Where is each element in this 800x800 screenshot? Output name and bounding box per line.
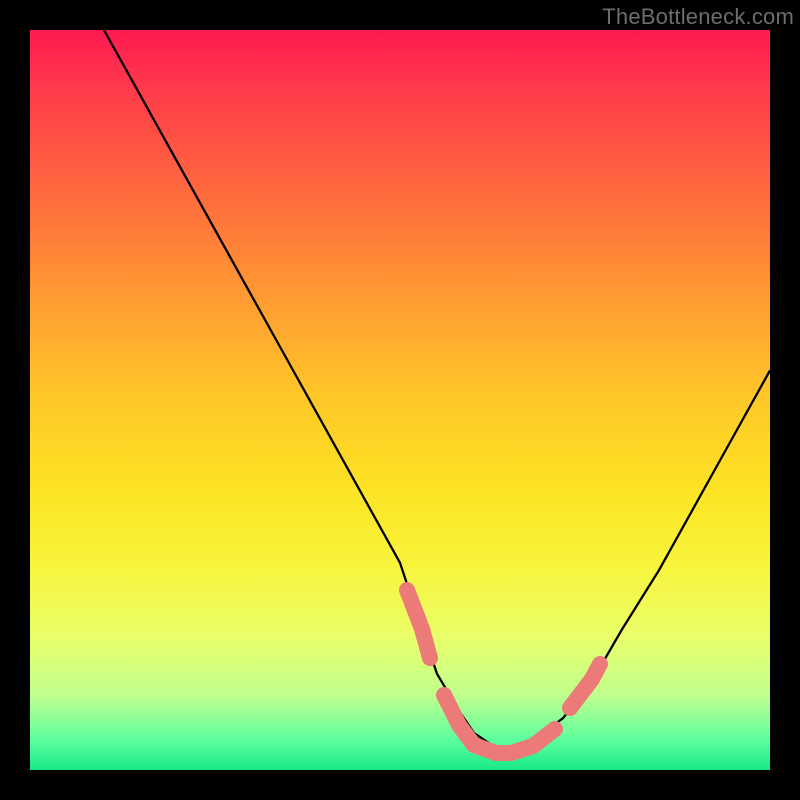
chart-frame: TheBottleneck.com <box>0 0 800 800</box>
bottleneck-curve <box>104 30 770 748</box>
curve-overlay <box>30 30 770 770</box>
highlight-center <box>444 695 555 753</box>
highlight-left <box>407 590 430 658</box>
highlight-right <box>570 664 600 708</box>
watermark-text: TheBottleneck.com <box>602 4 794 30</box>
plot-area <box>30 30 770 770</box>
